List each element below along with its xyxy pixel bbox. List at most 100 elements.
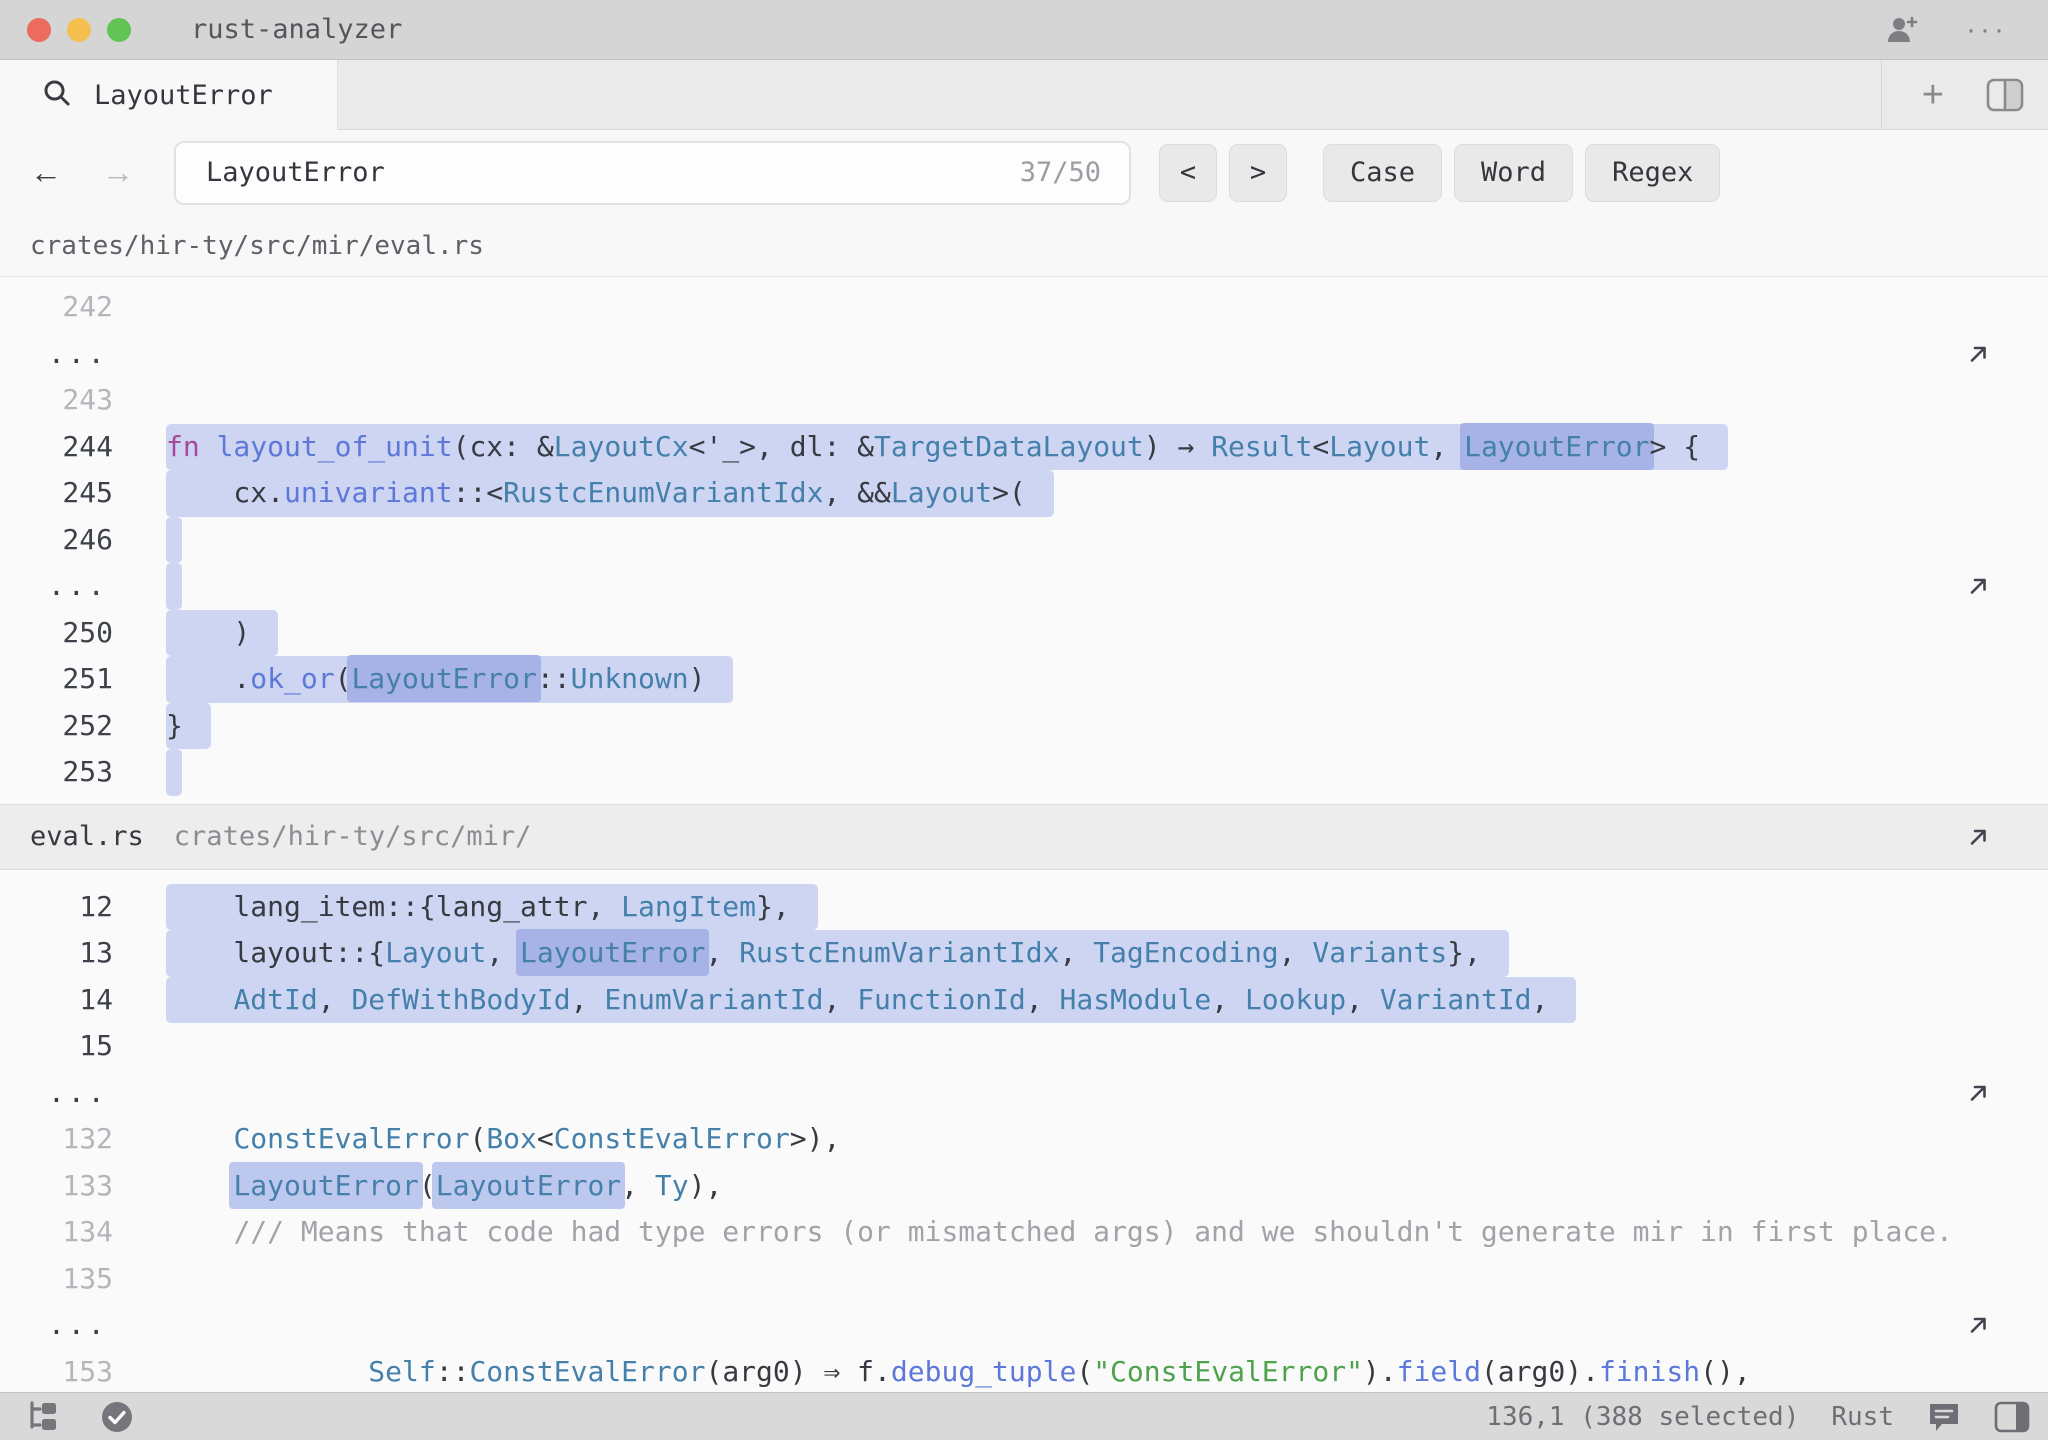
selection-highlight: )	[166, 610, 278, 657]
expand-excerpt-icon[interactable]	[1965, 823, 1992, 850]
code-token: }	[166, 709, 183, 742]
regex-toggle[interactable]: Regex	[1585, 144, 1720, 202]
code-token: fn	[166, 430, 217, 463]
project-panel-icon[interactable]	[26, 1401, 62, 1433]
code-token: RustcEnumVariantIdx	[503, 476, 823, 509]
code-line[interactable]: 251 .ok_or(LayoutError::Unknown)	[0, 656, 2048, 703]
tab-label: LayoutError	[94, 80, 273, 111]
code-line[interactable]: 133 LayoutError(LayoutError, Ty),	[0, 1163, 2048, 1210]
tab-search-results[interactable]: LayoutError	[0, 60, 338, 130]
case-sensitive-toggle[interactable]: Case	[1323, 144, 1442, 202]
next-match-button[interactable]: >	[1229, 144, 1287, 202]
line-number: 250	[0, 610, 113, 657]
elided-lines-row[interactable]: ...	[0, 1302, 2048, 1349]
editor[interactable]: 242... 243244 fn layout_of_unit(cx: &Layo…	[0, 277, 2048, 1392]
zoom-window-button[interactable]	[107, 18, 131, 42]
ellipsis-label: ...	[0, 1302, 113, 1349]
code-token: layout::{	[166, 936, 385, 969]
search-input-box: 37/50	[174, 141, 1131, 205]
nav-forward-icon[interactable]: →	[102, 154, 134, 191]
selection-highlight: layout::{Layout, LayoutError, RustcEnumV…	[166, 930, 1509, 977]
language-selector[interactable]: Rust	[1831, 1402, 1894, 1432]
line-number: 132	[0, 1116, 113, 1163]
code-token: ::	[537, 662, 571, 695]
right-dock-toggle-icon[interactable]	[1994, 1401, 2030, 1433]
line-number: 244	[0, 424, 113, 471]
line-number: 15	[0, 1023, 113, 1070]
expand-excerpt-icon[interactable]	[1965, 573, 1992, 600]
expand-excerpt-icon[interactable]	[1965, 340, 1992, 367]
elided-lines-row[interactable]: ...	[0, 331, 2048, 378]
code-token: debug_tuple	[891, 1355, 1076, 1388]
code-line[interactable]: 252}	[0, 703, 2048, 750]
search-match: LayoutError	[1460, 423, 1653, 470]
code-line[interactable]: 242	[0, 284, 2048, 331]
code-token: ,	[1346, 983, 1380, 1016]
expand-excerpt-icon[interactable]	[1965, 1079, 1992, 1106]
feedback-icon[interactable]	[1926, 1400, 1962, 1434]
minimize-window-button[interactable]	[67, 18, 91, 42]
code-token: Lookup	[1245, 983, 1346, 1016]
code-text: ConstEvalError(Box<ConstEvalError>),	[166, 1116, 840, 1163]
code-token: (),	[1700, 1355, 1751, 1388]
code-line[interactable]: 135	[0, 1256, 2048, 1303]
code-token: >(	[992, 476, 1026, 509]
whole-word-toggle[interactable]: Word	[1454, 144, 1573, 202]
code-token: finish	[1599, 1355, 1700, 1388]
nav-back-icon[interactable]: ←	[30, 154, 62, 191]
code-token: (arg0) ⇒ f.	[705, 1355, 890, 1388]
code-token: Unknown	[571, 662, 689, 695]
line-number: 252	[0, 703, 113, 750]
code-line[interactable]: 134 /// Means that code had type errors …	[0, 1209, 2048, 1256]
search-match: LayoutError	[229, 1162, 422, 1209]
code-line[interactable]: 243	[0, 377, 2048, 424]
breadcrumb[interactable]: crates/hir-ty/src/mir/eval.rs	[0, 215, 2048, 277]
code-token: <	[1312, 430, 1329, 463]
code-line[interactable]: 253	[0, 749, 2048, 796]
code-line[interactable]: 246	[0, 517, 2048, 564]
code-line[interactable]: 132 ConstEvalError(Box<ConstEvalError>),	[0, 1116, 2048, 1163]
code-line[interactable]: 14 AdtId, DefWithBodyId, EnumVariantId, …	[0, 977, 2048, 1024]
selection-highlight: .ok_or(LayoutError::Unknown)	[166, 656, 733, 703]
diagnostics-check-icon[interactable]	[100, 1400, 134, 1434]
code-line[interactable]: 153 Self::ConstEvalError(arg0) ⇒ f.debug…	[0, 1349, 2048, 1393]
code-token: "ConstEvalError"	[1093, 1355, 1363, 1388]
code-text: AdtId, DefWithBodyId, EnumVariantId, Fun…	[166, 977, 1576, 1024]
search-input[interactable]	[204, 156, 1020, 189]
code-line[interactable]: 244 fn layout_of_unit(cx: &LayoutCx<'_>, …	[0, 424, 2048, 471]
code-token: (arg0).	[1481, 1355, 1599, 1388]
code-token	[166, 1215, 233, 1248]
code-text: fn layout_of_unit(cx: &LayoutCx<'_>, dl:…	[166, 424, 1728, 471]
code-token: )	[689, 662, 706, 695]
code-line[interactable]: 245 cx.univariant::<RustcEnumVariantIdx,…	[0, 470, 2048, 517]
code-token: HasModule	[1060, 983, 1212, 1016]
code-token: ::<	[453, 476, 504, 509]
code-line[interactable]: 12 lang_item::{lang_attr, LangItem},	[0, 884, 2048, 931]
code-token: TagEncoding	[1093, 936, 1278, 969]
close-window-button[interactable]	[27, 18, 51, 42]
code-token: ,	[1279, 936, 1313, 969]
code-token: (cx: &	[453, 430, 554, 463]
line-number: 243	[0, 377, 113, 424]
line-number: 12	[0, 884, 113, 931]
cursor-position[interactable]: 136,1 (388 selected)	[1486, 1402, 1799, 1432]
code-line[interactable]: 13 layout::{Layout, LayoutError, RustcEn…	[0, 930, 2048, 977]
code-token: lang_item::{lang_attr,	[166, 890, 621, 923]
breadcrumb-path: crates/hir-ty/src/mir/eval.rs	[30, 231, 484, 261]
code-line[interactable]: 15	[0, 1023, 2048, 1070]
line-number: 246	[0, 517, 113, 564]
code-token: ConstEvalError	[554, 1122, 790, 1155]
code-line[interactable]: 250 )	[0, 610, 2048, 657]
elided-lines-row[interactable]: ...	[0, 1070, 2048, 1117]
prev-match-button[interactable]: <	[1159, 144, 1217, 202]
selection-highlight	[166, 563, 182, 610]
selection-highlight: lang_item::{lang_attr, LangItem},	[166, 884, 818, 931]
add-collaborator-icon[interactable]	[1884, 14, 1920, 46]
excerpt-section: 12 lang_item::{lang_attr, LangItem},13 l…	[0, 884, 2048, 1393]
expand-excerpt-icon[interactable]	[1965, 1312, 1992, 1339]
excerpt-header[interactable]: eval.rs crates/hir-ty/src/mir/	[0, 804, 2048, 870]
split-pane-icon[interactable]	[1986, 78, 2024, 112]
elided-lines-row[interactable]: ...	[0, 563, 2048, 610]
code-text: LayoutError(LayoutError, Ty),	[166, 1163, 722, 1210]
code-token	[166, 1355, 368, 1388]
